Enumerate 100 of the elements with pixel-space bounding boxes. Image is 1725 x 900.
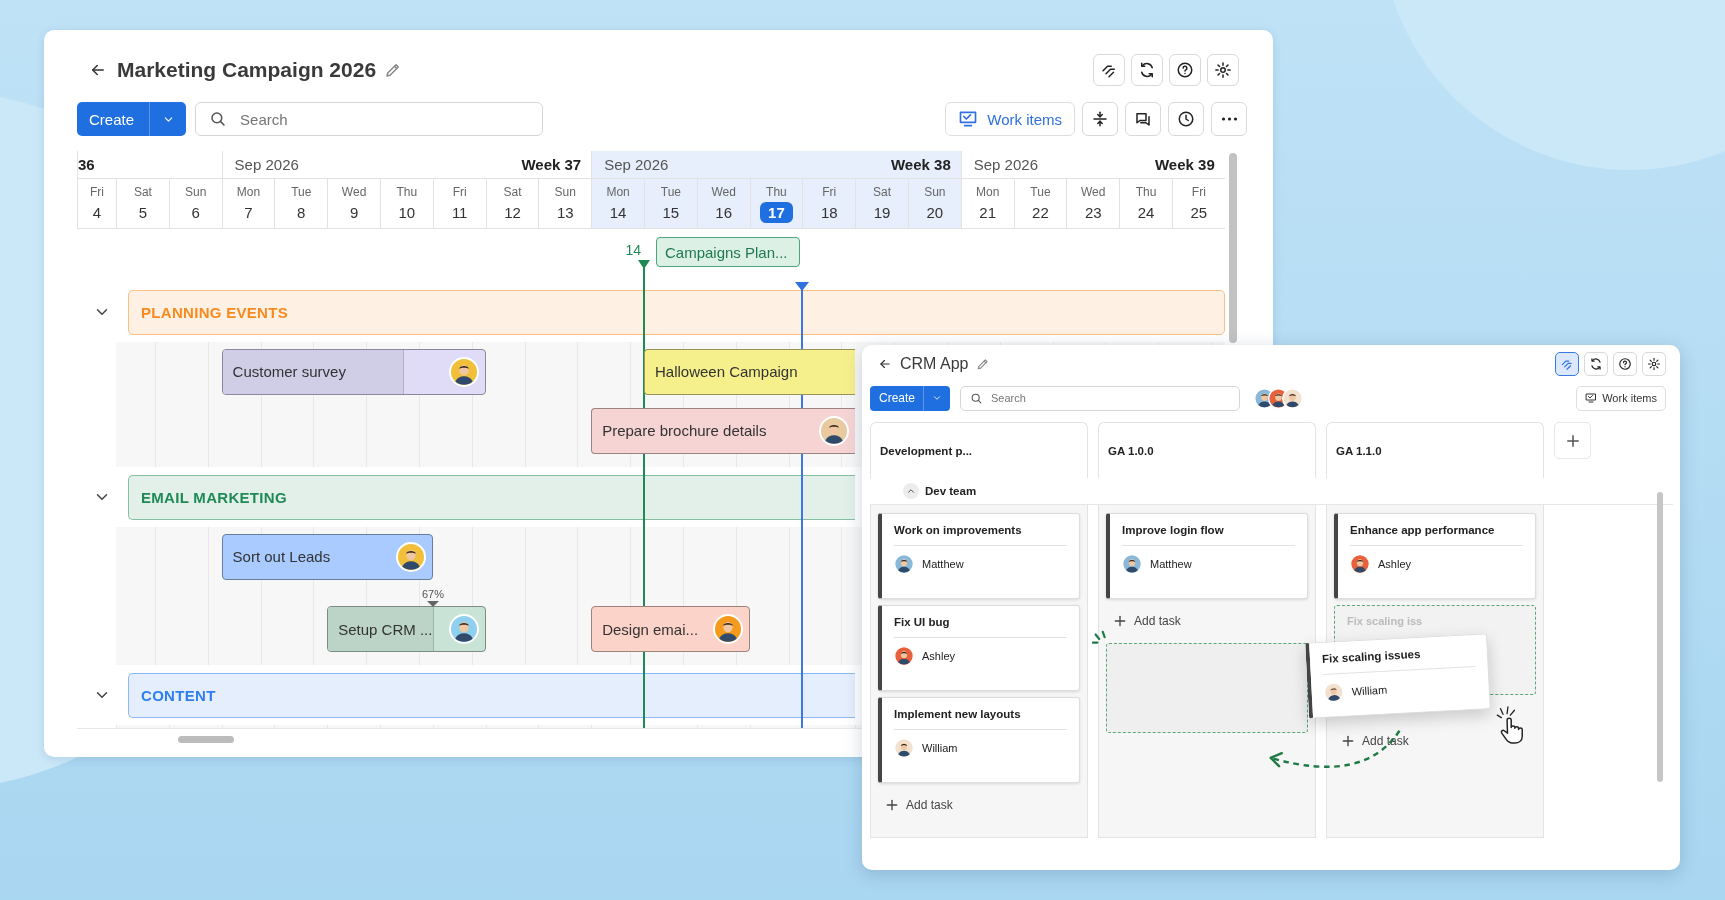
collapse-button[interactable]	[1082, 102, 1118, 136]
assignee-name: Ashley	[1378, 558, 1412, 570]
scrollbar[interactable]	[1229, 153, 1237, 343]
create-button[interactable]: Create	[77, 102, 151, 136]
progress-tooltip: 67%	[421, 588, 444, 607]
card-title: Work on improvements	[894, 524, 1067, 546]
pencil-icon	[976, 357, 991, 371]
date-label: 23	[1083, 202, 1103, 223]
group-bar[interactable]: EMAIL MARKETING	[128, 474, 856, 520]
week-label: Week 39	[1154, 156, 1215, 173]
date-label: 20	[925, 202, 945, 223]
weekday-label: Sat	[873, 184, 892, 199]
scrollbar[interactable]	[178, 735, 234, 743]
scrollbar[interactable]	[1657, 492, 1663, 782]
date-label: 19	[872, 202, 892, 223]
card-title: Implement new layouts	[894, 708, 1067, 730]
search-icon	[970, 391, 984, 405]
add-task-button[interactable]: Add task	[1106, 605, 1187, 637]
add-task-button[interactable]: Add task	[1334, 725, 1415, 757]
search-field[interactable]: Search	[960, 385, 1241, 411]
date-label: 13	[555, 202, 575, 223]
help-button[interactable]	[1613, 352, 1637, 376]
dropdown-button[interactable]	[924, 385, 951, 411]
weekday-label: Sun	[554, 184, 576, 199]
plus-icon	[884, 797, 900, 813]
task-card[interactable]: Fix UI bug Ashley	[878, 605, 1080, 691]
weekday-label: Tue	[1030, 184, 1051, 199]
weekday-label: Mon	[606, 184, 630, 199]
task-bar[interactable]: Design emai...	[591, 606, 750, 652]
sync-button[interactable]	[1584, 352, 1608, 376]
plus-icon	[1112, 613, 1128, 629]
project-title: Marketing Campaign 2026	[117, 58, 377, 82]
create-button[interactable]: Create	[870, 385, 925, 411]
task-card[interactable]: Work on improvements Matthew	[878, 513, 1080, 599]
task-card[interactable]: Enhance app performance Ashley	[1334, 513, 1536, 599]
help-icon	[1618, 357, 1632, 371]
column-title: GA 1.0.0	[1108, 444, 1154, 457]
task-card[interactable]: Improve login flow Matthew	[1106, 513, 1308, 599]
date-label: 15	[661, 202, 681, 223]
arrows-icon	[1560, 357, 1574, 371]
task-card[interactable]: Implement new layouts William	[878, 697, 1080, 783]
settings-icon	[1214, 61, 1232, 79]
task-bar[interactable]: Sort out Leads	[221, 533, 433, 580]
date-label: 24	[1136, 202, 1156, 223]
weekday-label: Fri	[452, 184, 467, 199]
assignee-name: Matthew	[922, 558, 964, 570]
column-title: Development p...	[880, 444, 973, 457]
plus-icon	[1340, 733, 1356, 749]
weekday-label: Sun	[924, 184, 946, 199]
milestone-bar[interactable]: Campaigns Plan...	[655, 237, 801, 267]
month-label: Sep 2026	[604, 156, 669, 173]
help-icon	[1176, 61, 1194, 79]
weekday-label: Tue	[291, 184, 312, 199]
add-task-button[interactable]: Add task	[878, 789, 959, 821]
search-icon	[209, 110, 228, 128]
add-column-button[interactable]	[1554, 422, 1591, 459]
date-label: 21	[978, 202, 997, 223]
week-label: 36	[78, 156, 95, 173]
weekday-label: Wed	[1081, 184, 1106, 199]
weekday-label: Mon	[236, 184, 261, 199]
date-label: 18	[819, 202, 839, 223]
date-label: 10	[397, 202, 417, 223]
sync-button[interactable]	[1131, 54, 1163, 86]
work-items-button[interactable]: Work items	[1576, 385, 1666, 411]
weekday-label: Thu	[396, 184, 418, 199]
date-label: 8	[296, 202, 307, 223]
weekday-label: Sat	[133, 184, 152, 199]
work-items-button[interactable]: Work items	[945, 102, 1075, 136]
collapse-icon	[1091, 110, 1109, 128]
history-button[interactable]	[1168, 102, 1204, 136]
help-button[interactable]	[1169, 54, 1201, 86]
date-label: 16	[714, 202, 733, 223]
settings-button[interactable]	[1642, 352, 1666, 376]
group-title: CONTENT	[141, 686, 216, 704]
comment-button[interactable]	[1125, 102, 1161, 136]
monitor-icon	[1585, 392, 1598, 404]
settings-icon	[1647, 357, 1661, 371]
monitor-icon	[958, 109, 979, 129]
date-label: 11	[450, 202, 469, 223]
task-bar[interactable]: Customer survey	[221, 348, 486, 395]
sync-icon	[1138, 61, 1156, 79]
chevron-icon	[906, 486, 916, 496]
dropdown-button[interactable]	[150, 102, 187, 136]
weekday-label: Thu	[766, 184, 787, 199]
more-icon	[1220, 117, 1238, 121]
date-label: 9	[348, 202, 360, 223]
week-label: Week 38	[891, 156, 951, 173]
weekday-label: Thu	[1135, 184, 1157, 199]
weekday-label: Wed	[341, 184, 367, 199]
search-field[interactable]: Search	[195, 102, 544, 136]
assignee-name: Matthew	[1150, 558, 1192, 570]
collapse-toggle[interactable]	[903, 483, 919, 499]
settings-button[interactable]	[1207, 54, 1239, 86]
weekday-label: Fri	[1191, 184, 1206, 199]
back-arrow-icon	[878, 357, 892, 371]
task-bar[interactable]: Prepare brochure details	[591, 407, 856, 454]
column-title: GA 1.1.0	[1336, 444, 1382, 457]
task-bar[interactable]: Halloween Campaign	[643, 348, 856, 395]
group-title: EMAIL MARKETING	[141, 488, 287, 506]
month-label: Sep 2026	[234, 156, 299, 173]
